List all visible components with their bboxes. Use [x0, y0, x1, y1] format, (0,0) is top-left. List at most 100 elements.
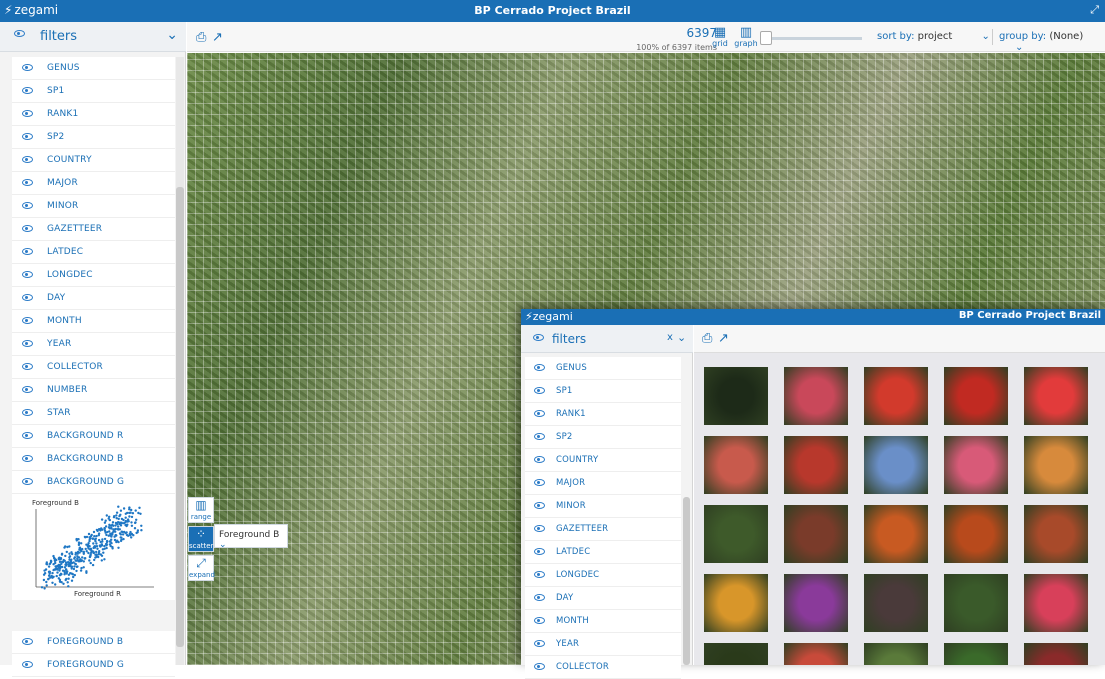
eye-icon[interactable]: [534, 364, 545, 371]
eye-icon[interactable]: [22, 133, 33, 140]
image-thumbnail[interactable]: [864, 436, 928, 494]
filter-item[interactable]: MINOR: [12, 195, 175, 218]
eye-icon[interactable]: [22, 386, 33, 393]
expand-button[interactable]: ⤢ expand: [188, 555, 215, 581]
zegami-logo[interactable]: ⚡zegami: [525, 310, 573, 323]
eye-icon[interactable]: [534, 617, 545, 624]
filters-header[interactable]: filters ⌄: [0, 22, 186, 52]
eye-icon[interactable]: [534, 548, 545, 555]
eye-icon[interactable]: [534, 594, 545, 601]
filter-item[interactable]: BACKGROUND B: [12, 448, 175, 471]
eye-icon[interactable]: [534, 410, 545, 417]
filter-item[interactable]: LONGDEC: [525, 564, 681, 587]
eye-icon[interactable]: [534, 433, 545, 440]
zoom-slider-handle[interactable]: [760, 31, 772, 45]
sidebar-scrollbar-thumb[interactable]: [176, 187, 184, 647]
grid-view-button[interactable]: ▦ grid: [708, 26, 732, 48]
clear-filters-button[interactable]: x: [667, 332, 673, 343]
filter-item[interactable]: SP1: [12, 80, 175, 103]
overlay-filters-header[interactable]: filters x ⌄: [521, 325, 693, 353]
image-thumbnail[interactable]: [864, 505, 928, 563]
eye-icon[interactable]: [22, 455, 33, 462]
image-thumbnail[interactable]: [784, 436, 848, 494]
image-thumbnail[interactable]: [784, 574, 848, 632]
image-thumbnail[interactable]: [864, 643, 928, 665]
foreground-scatter-chart[interactable]: Foreground B Foreground R: [12, 495, 175, 600]
eye-icon[interactable]: [534, 640, 545, 647]
filter-item[interactable]: SP1: [525, 380, 681, 403]
eye-icon[interactable]: [22, 248, 33, 255]
image-thumbnail[interactable]: [944, 367, 1008, 425]
image-thumbnail[interactable]: [784, 505, 848, 563]
filter-item[interactable]: DAY: [12, 287, 175, 310]
chevron-down-icon[interactable]: ⌄: [166, 27, 178, 43]
eye-icon[interactable]: [534, 479, 545, 486]
eye-icon[interactable]: [22, 87, 33, 94]
filter-item[interactable]: GENUS: [525, 357, 681, 380]
filter-item[interactable]: GAZETTEER: [525, 518, 681, 541]
filter-item[interactable]: RANK1: [12, 103, 175, 126]
eye-icon[interactable]: [534, 663, 545, 670]
image-thumbnail[interactable]: [944, 436, 1008, 494]
image-thumbnail[interactable]: [944, 505, 1008, 563]
eye-icon[interactable]: [22, 156, 33, 163]
filter-item[interactable]: COUNTRY: [12, 149, 175, 172]
filter-item[interactable]: MONTH: [12, 310, 175, 333]
image-thumbnail[interactable]: [704, 436, 768, 494]
eye-icon[interactable]: [22, 409, 33, 416]
eye-icon[interactable]: [534, 387, 545, 394]
zoom-slider-track[interactable]: [764, 37, 862, 40]
eye-icon[interactable]: [534, 456, 545, 463]
image-thumbnail[interactable]: [864, 574, 928, 632]
image-thumbnail[interactable]: [944, 643, 1008, 665]
filter-item[interactable]: SP2: [12, 126, 175, 149]
print-icon[interactable]: ⎙: [196, 30, 206, 45]
image-thumbnail[interactable]: [704, 505, 768, 563]
filter-item[interactable]: SP2: [525, 426, 681, 449]
image-thumbnail[interactable]: [1024, 436, 1088, 494]
overlay-scrollbar-thumb[interactable]: [683, 497, 690, 665]
image-thumbnail[interactable]: [1024, 505, 1088, 563]
fullscreen-icon[interactable]: ⤢: [1090, 3, 1099, 17]
filter-item[interactable]: MAJOR: [525, 472, 681, 495]
overlay-image-grid[interactable]: [694, 353, 1105, 665]
filter-item[interactable]: DAY: [525, 587, 681, 610]
eye-icon[interactable]: [534, 502, 545, 509]
filter-item[interactable]: LONGDEC: [12, 264, 175, 287]
image-thumbnail[interactable]: [864, 367, 928, 425]
chevron-down-icon[interactable]: ⌄: [677, 331, 686, 344]
image-thumbnail[interactable]: [1024, 574, 1088, 632]
eye-icon[interactable]: [534, 571, 545, 578]
scatter-axis-select[interactable]: Foreground B ⌄: [214, 524, 288, 550]
filter-item[interactable]: GENUS: [12, 57, 175, 80]
filter-item[interactable]: COUNTRY: [525, 449, 681, 472]
eye-icon[interactable]: [22, 363, 33, 370]
scatter-button[interactable]: ⁘ scatter: [188, 526, 214, 552]
image-thumbnail[interactable]: [784, 367, 848, 425]
filter-item[interactable]: BACKGROUND G: [12, 471, 175, 494]
image-thumbnail[interactable]: [1024, 643, 1088, 665]
filter-item[interactable]: LATDEC: [525, 541, 681, 564]
filter-item[interactable]: COLLECTOR: [525, 656, 681, 679]
filter-item[interactable]: GAZETTEER: [12, 218, 175, 241]
eye-icon[interactable]: [22, 294, 33, 301]
filter-item[interactable]: STAR: [12, 402, 175, 425]
eye-icon[interactable]: [22, 340, 33, 347]
graph-view-button[interactable]: ▥ graph: [734, 26, 758, 48]
image-thumbnail[interactable]: [784, 643, 848, 665]
group-by-select[interactable]: group by: (None) ⌄: [999, 31, 1105, 53]
filter-item[interactable]: YEAR: [12, 333, 175, 356]
eye-icon[interactable]: [22, 64, 33, 71]
eye-icon[interactable]: [534, 525, 545, 532]
eye-icon[interactable]: [22, 225, 33, 232]
filter-item[interactable]: COLLECTOR: [12, 356, 175, 379]
print-icon[interactable]: ⎙: [702, 331, 712, 346]
eye-icon[interactable]: [22, 202, 33, 209]
external-link-icon[interactable]: ↗: [212, 30, 223, 45]
filter-item[interactable]: FOREGROUND G: [12, 654, 175, 677]
filter-item[interactable]: FOREGROUND B: [12, 631, 175, 654]
image-thumbnail[interactable]: [704, 574, 768, 632]
eye-icon[interactable]: [22, 638, 33, 645]
sort-by-select[interactable]: sort by: project ⌄: [877, 31, 990, 42]
image-thumbnail[interactable]: [944, 574, 1008, 632]
